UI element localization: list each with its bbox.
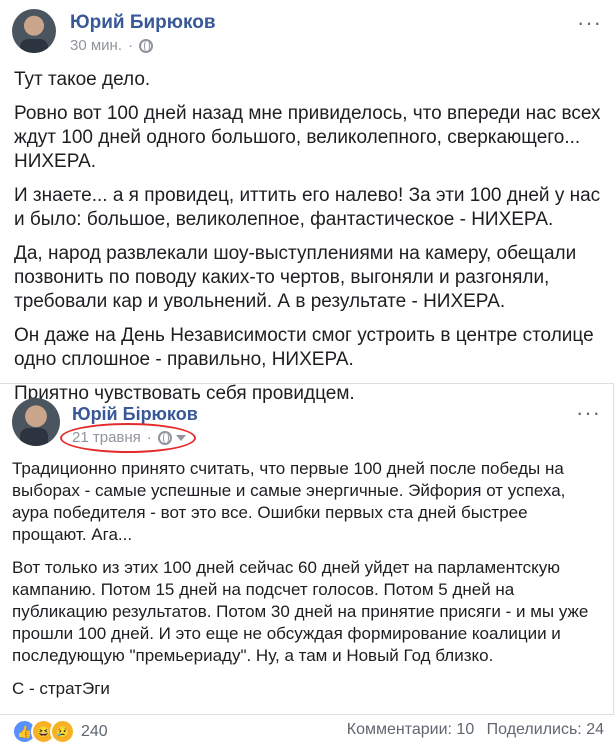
- more-options-icon[interactable]: ···: [576, 402, 601, 424]
- shared-post-body: Традиционно принято считать, что первые …: [12, 458, 604, 711]
- post-stats: Комментарии: 10 Поделились: 24: [339, 721, 604, 739]
- more-options-icon[interactable]: ···: [577, 12, 602, 34]
- post-paragraph: Тут такое дело.: [14, 69, 151, 90]
- shared-post[interactable]: Юрій Бірюков 21 травня · ··· Традиционно…: [0, 383, 614, 715]
- shared-paragraph: С - стратЭги: [12, 679, 110, 698]
- globe-icon[interactable]: [139, 38, 153, 53]
- reaction-count: 240: [81, 722, 108, 740]
- meta-separator: ·: [146, 429, 152, 446]
- post-meta: 30 мин. ·: [70, 37, 153, 54]
- post-footer: 👍 😆 😢 240 Комментарии: 10 Поделились: 24: [0, 717, 616, 744]
- post-timestamp[interactable]: 30 мин.: [70, 37, 122, 54]
- globe-icon[interactable]: [157, 430, 172, 445]
- shares-count[interactable]: Поделились: 24: [487, 721, 604, 738]
- post-paragraph: И знаете... а я провидец, иттить его нал…: [14, 185, 601, 230]
- facebook-post: Юрий Бирюков 30 мин. · ··· Тут такое дел…: [0, 0, 616, 744]
- chevron-down-icon[interactable]: [175, 434, 186, 441]
- post-paragraph: Да, народ развлекали шоу-выступлениями н…: [14, 243, 577, 312]
- post-paragraph: Он даже на День Независимости смог устро…: [14, 325, 594, 370]
- reactions-summary[interactable]: 👍 😆 😢 240: [12, 719, 108, 744]
- comments-count[interactable]: Комментарии: 10: [347, 721, 474, 738]
- post-paragraph: Ровно вот 100 дней назад мне привиделось…: [14, 103, 601, 172]
- shared-paragraph: Вот только из этих 100 дней сейчас 60 дн…: [12, 558, 589, 665]
- shared-author-name[interactable]: Юрій Бірюков: [72, 404, 198, 425]
- shared-post-meta: 21 травня ·: [72, 429, 186, 446]
- meta-separator: ·: [128, 37, 133, 54]
- shared-post-date[interactable]: 21 травня: [72, 429, 141, 446]
- post-header: Юрий Бирюков 30 мин. · ···: [0, 0, 616, 66]
- sad-icon: 😢: [50, 719, 75, 744]
- author-name[interactable]: Юрий Бирюков: [70, 12, 216, 34]
- author-avatar[interactable]: [12, 9, 56, 53]
- shared-paragraph: Традиционно принято считать, что первые …: [12, 459, 566, 544]
- shared-author-avatar[interactable]: [12, 398, 60, 446]
- post-body: Тут такое дело. Ровно вот 100 дней назад…: [14, 68, 604, 416]
